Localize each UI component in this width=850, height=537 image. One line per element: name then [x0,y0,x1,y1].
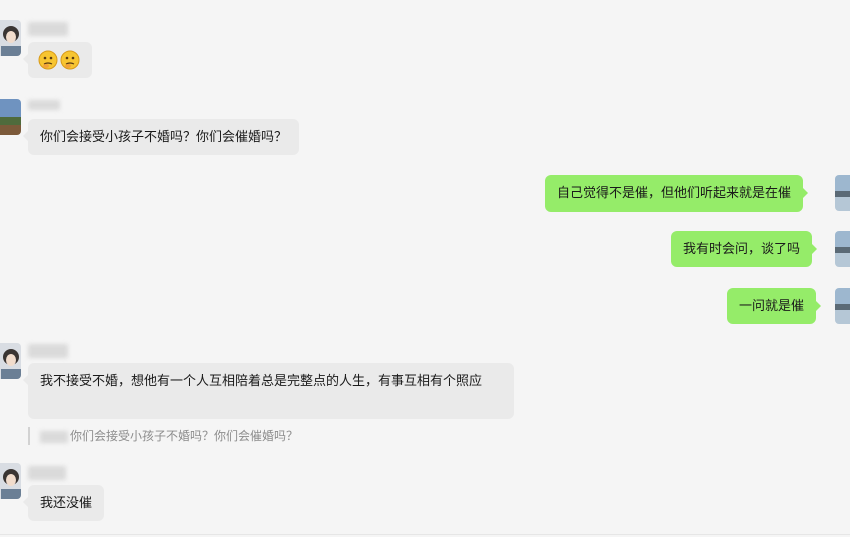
quoted-sender-blurred [40,430,68,443]
thinking-face-emoji [60,50,80,70]
sender-avatar[interactable] [0,20,21,56]
sender-name-blurred [28,466,66,480]
message-bubble-outgoing[interactable]: 我有时会问，谈了吗 [671,231,818,267]
sender-avatar[interactable] [0,463,21,499]
message-bubble-outgoing[interactable]: 一问就是催 [727,288,822,324]
quoted-text: 你们会接受小孩子不婚吗？你们会催婚吗？ [70,429,299,443]
sender-avatar[interactable] [0,99,21,135]
chat-history: 你们会接受小孩子不婚吗？你们会催婚吗？ 自己觉得不是催，但他们听起来就是在催 我… [0,0,850,537]
message-bubble[interactable]: 你们会接受小孩子不婚吗？你们会催婚吗？ [22,119,300,155]
my-avatar[interactable] [835,231,850,267]
thinking-face-emoji [38,50,58,70]
sender-name-blurred [28,100,60,110]
sender-name-blurred [28,344,68,358]
quoted-message[interactable]: 你们会接受小孩子不婚吗？你们会催婚吗？ [28,427,298,445]
message-bubble-outgoing[interactable]: 自己觉得不是催，但他们听起来就是在催 [545,175,809,212]
message-bubble[interactable]: 我不接受不婚，想他有一个人互相陪着总是完整点的人生，有事互相有个照应 [23,363,514,419]
message-bubble-emoji[interactable] [23,42,92,78]
message-bubble[interactable]: 我还没催 [22,485,105,521]
divider [0,534,850,535]
sender-name-blurred [28,22,68,36]
my-avatar[interactable] [835,288,850,324]
my-avatar[interactable] [835,175,850,211]
sender-avatar[interactable] [0,343,21,379]
